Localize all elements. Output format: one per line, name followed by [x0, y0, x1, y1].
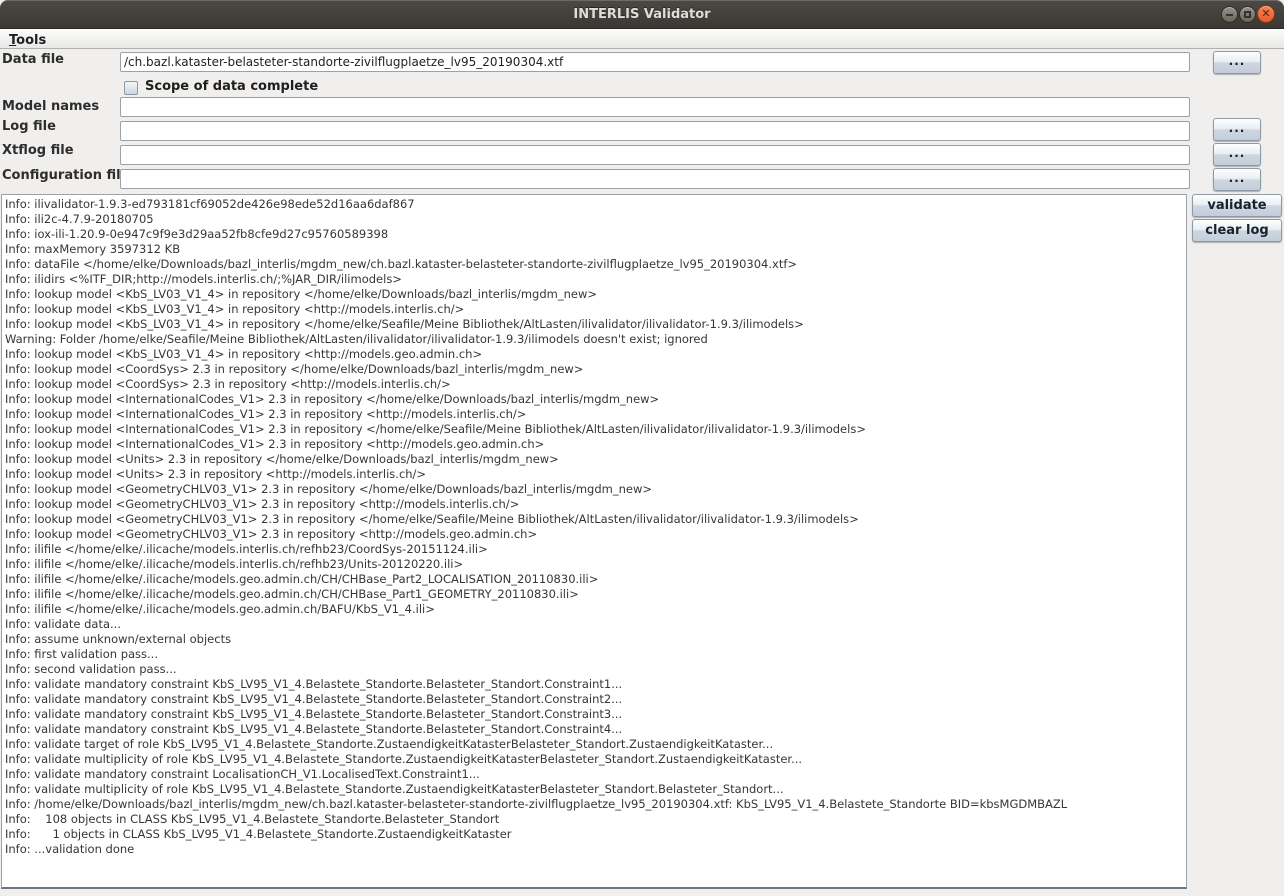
maximize-icon — [1244, 11, 1251, 18]
log-line: Info: dataFile </home/elke/Downloads/baz… — [5, 257, 1186, 272]
log-file-browse-button[interactable]: ... — [1213, 118, 1261, 141]
close-icon: ✕ — [1258, 6, 1274, 22]
data-file-browse-button[interactable]: ... — [1213, 51, 1261, 74]
log-line: Info: validate multiplicity of role KbS_… — [5, 782, 1186, 797]
data-file-label: Data file — [2, 52, 64, 67]
xtflog-file-label: Xtflog file — [2, 143, 74, 158]
menubar: Tools — [0, 29, 1284, 49]
maximize-button[interactable] — [1239, 6, 1256, 23]
log-line: Warning: Folder /home/elke/Seafile/Meine… — [5, 332, 1186, 347]
log-line: Info: 1 objects in CLASS KbS_LV95_V1_4.B… — [5, 827, 1186, 842]
log-line: Info: 108 objects in CLASS KbS_LV95_V1_4… — [5, 812, 1186, 827]
log-line: Info: ilivalidator-1.9.3-ed793181cf69052… — [5, 197, 1186, 212]
app-window: INTERLIS Validator ✕ Tools Data file Mod… — [0, 0, 1284, 896]
xtflog-file-input[interactable] — [120, 145, 1190, 165]
log-line: Info: ili2c-4.7.9-20180705 — [5, 212, 1186, 227]
log-line: Info: validate mandatory constraint KbS_… — [5, 707, 1186, 722]
menu-tools[interactable]: Tools — [0, 32, 55, 51]
window-title: INTERLIS Validator — [0, 0, 1284, 29]
log-file-label: Log file — [2, 119, 56, 134]
log-line: Info: validate mandatory constraint KbS_… — [5, 722, 1186, 737]
log-line: Info: lookup model <InternationalCodes_V… — [5, 407, 1186, 422]
log-line: Info: ilifile </home/elke/.ilicache/mode… — [5, 572, 1186, 587]
clear-log-button[interactable]: clear log — [1192, 219, 1282, 242]
log-line: Info: validate multiplicity of role KbS_… — [5, 752, 1186, 767]
log-line: Info: validate mandatory constraint KbS_… — [5, 692, 1186, 707]
log-line: Info: lookup model <GeometryCHLV03_V1> 2… — [5, 482, 1186, 497]
log-line: Info: lookup model <InternationalCodes_V… — [5, 437, 1186, 452]
log-line: Info: lookup model <KbS_LV03_V1_4> in re… — [5, 302, 1186, 317]
log-line: Info: ilifile </home/elke/.ilicache/mode… — [5, 602, 1186, 617]
log-line: Info: validate data... — [5, 617, 1186, 632]
scope-of-data-complete-label: Scope of data complete — [145, 79, 318, 94]
model-names-label: Model names — [2, 99, 99, 114]
log-line: Info: /home/elke/Downloads/bazl_interlis… — [5, 797, 1186, 812]
scope-of-data-complete-checkbox[interactable] — [124, 81, 138, 95]
log-line: Info: validate mandatory constraint Loca… — [5, 767, 1186, 782]
log-line: Info: lookup model <CoordSys> 2.3 in rep… — [5, 362, 1186, 377]
log-line: Info: lookup model <KbS_LV03_V1_4> in re… — [5, 347, 1186, 362]
log-line: Info: lookup model <KbS_LV03_V1_4> in re… — [5, 317, 1186, 332]
log-line: Info: ilifile </home/elke/.ilicache/mode… — [5, 557, 1186, 572]
log-line: Info: lookup model <CoordSys> 2.3 in rep… — [5, 377, 1186, 392]
titlebar[interactable]: INTERLIS Validator ✕ — [0, 0, 1284, 29]
log-line: Info: lookup model <GeometryCHLV03_V1> 2… — [5, 497, 1186, 512]
minimize-icon — [1226, 14, 1233, 16]
log-lines: Info: ilivalidator-1.9.3-ed793181cf69052… — [2, 195, 1186, 857]
model-names-input[interactable] — [120, 97, 1190, 117]
configuration-file-input[interactable] — [120, 169, 1190, 189]
log-line: Info: validate target of role KbS_LV95_V… — [5, 737, 1186, 752]
xtflog-file-browse-button[interactable]: ... — [1213, 143, 1261, 166]
log-line: Info: maxMemory 3597312 KB — [5, 242, 1186, 257]
configuration-file-label: Configuration file — [2, 168, 129, 183]
log-line: Info: validate mandatory constraint KbS_… — [5, 677, 1186, 692]
data-file-input[interactable] — [120, 52, 1190, 72]
log-output-panel[interactable]: Info: ilivalidator-1.9.3-ed793181cf69052… — [1, 194, 1187, 889]
log-line: Info: ...validation done — [5, 842, 1186, 857]
configuration-file-browse-button[interactable]: ... — [1213, 168, 1261, 191]
log-line: Info: second validation pass... — [5, 662, 1186, 677]
log-line: Info: lookup model <InternationalCodes_V… — [5, 422, 1186, 437]
log-line: Info: ilifile </home/elke/.ilicache/mode… — [5, 542, 1186, 557]
log-line: Info: lookup model <InternationalCodes_V… — [5, 392, 1186, 407]
log-line: Info: lookup model <GeometryCHLV03_V1> 2… — [5, 512, 1186, 527]
close-button[interactable]: ✕ — [1257, 5, 1275, 23]
minimize-button[interactable] — [1221, 6, 1238, 23]
log-line: Info: lookup model <KbS_LV03_V1_4> in re… — [5, 287, 1186, 302]
log-file-input[interactable] — [120, 121, 1190, 141]
log-line: Info: assume unknown/external objects — [5, 632, 1186, 647]
log-line: Info: lookup model <GeometryCHLV03_V1> 2… — [5, 527, 1186, 542]
log-line: Info: iox-ili-1.20.9-0e947c9f9e3d29aa52f… — [5, 227, 1186, 242]
log-line: Info: first validation pass... — [5, 647, 1186, 662]
log-line: Info: ilidirs <%ITF_DIR;http://models.in… — [5, 272, 1186, 287]
validate-button[interactable]: validate — [1192, 194, 1282, 217]
log-line: Info: lookup model <Units> 2.3 in reposi… — [5, 467, 1186, 482]
log-line: Info: ilifile </home/elke/.ilicache/mode… — [5, 587, 1186, 602]
log-line: Info: lookup model <Units> 2.3 in reposi… — [5, 452, 1186, 467]
